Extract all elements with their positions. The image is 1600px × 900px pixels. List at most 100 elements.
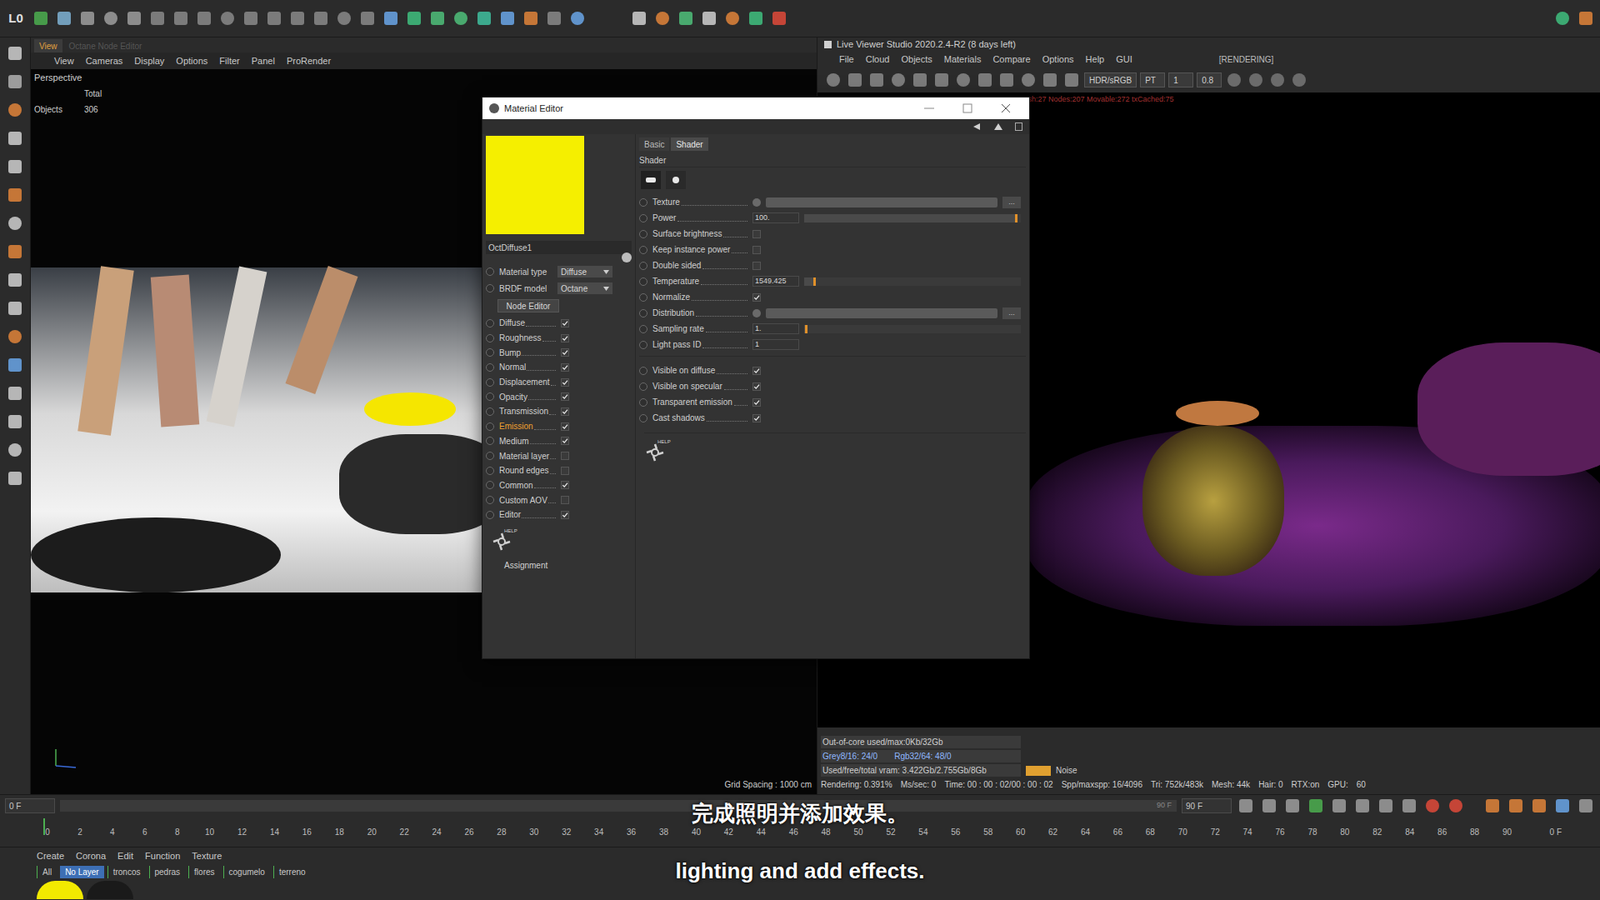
menu-item[interactable]: Function: [145, 849, 180, 864]
menu-item[interactable]: Panel: [251, 54, 275, 69]
tool-icon[interactable]: [545, 9, 564, 28]
channel-row[interactable]: Medium: [485, 434, 632, 450]
channel-row[interactable]: Common: [485, 478, 632, 494]
tool-icon[interactable]: [311, 9, 330, 28]
menu-item[interactable]: Help: [1085, 52, 1105, 67]
lock-icon[interactable]: [1015, 122, 1023, 131]
playback-icon[interactable]: [1353, 796, 1372, 815]
animate-dot-icon[interactable]: [639, 309, 648, 318]
animate-dot-icon[interactable]: [485, 422, 495, 431]
param-slider[interactable]: [804, 325, 1021, 334]
tool-icon[interactable]: [148, 9, 167, 28]
liveviewer-tool-icon[interactable]: [723, 9, 742, 28]
animate-dot-icon[interactable]: [639, 198, 648, 207]
mode-icon[interactable]: [5, 100, 25, 120]
animate-dot-icon[interactable]: [485, 363, 495, 372]
render-field[interactable]: HDR/sRGB: [1084, 72, 1137, 88]
animate-dot-icon[interactable]: [639, 366, 648, 375]
mode-icon[interactable]: [5, 469, 25, 488]
range-slider[interactable]: 90 F: [60, 800, 1177, 812]
close-icon[interactable]: [989, 100, 1023, 117]
tool-icon[interactable]: [451, 9, 470, 28]
layer-tab[interactable]: cogumelo: [223, 865, 270, 879]
checkbox[interactable]: [560, 363, 570, 372]
liveviewer-tool-icon[interactable]: [746, 9, 765, 28]
viewport-tab[interactable]: View: [34, 39, 63, 53]
settings-icon[interactable]: [1576, 9, 1595, 28]
menu-item[interactable]: Compare: [992, 52, 1030, 67]
render-tool-icon[interactable]: [910, 70, 930, 90]
preset-button[interactable]: [665, 170, 686, 190]
timeline-ruler[interactable]: 0246810121416182022242628303234363840424…: [0, 816, 1600, 847]
maximize-icon[interactable]: [950, 100, 985, 117]
checkbox[interactable]: [560, 407, 570, 416]
liveviewer-tool-icon[interactable]: [630, 9, 649, 28]
tool-icon[interactable]: [241, 9, 260, 28]
mode-icon[interactable]: [5, 44, 25, 63]
animate-dot-icon[interactable]: [485, 436, 495, 445]
layer-tab[interactable]: pedras: [149, 865, 186, 879]
playback-icon[interactable]: [1283, 796, 1302, 815]
checkbox[interactable]: [560, 392, 570, 401]
back-icon[interactable]: [971, 122, 982, 131]
material-thumbnail[interactable]: [86, 880, 134, 900]
mode-icon[interactable]: [5, 327, 25, 346]
render-tool-icon[interactable]: [1062, 70, 1081, 90]
menu-item[interactable]: ProRender: [286, 54, 331, 69]
texture-field[interactable]: [765, 308, 998, 319]
mode-icon[interactable]: [5, 185, 25, 205]
tool-icon[interactable]: [55, 9, 74, 28]
mode-icon[interactable]: [5, 72, 25, 91]
render-tool-icon[interactable]: [889, 70, 908, 90]
channel-row[interactable]: Diffuse: [485, 315, 632, 331]
animate-dot-icon[interactable]: [639, 245, 648, 255]
animate-dot-icon[interactable]: [639, 214, 648, 223]
texture-button[interactable]: [752, 309, 761, 318]
checkbox[interactable]: [560, 480, 570, 490]
editor-tab[interactable]: Shader: [670, 137, 708, 151]
checkbox[interactable]: [560, 319, 570, 328]
animate-dot-icon[interactable]: [485, 392, 495, 401]
channel-row[interactable]: Material layer: [485, 448, 632, 464]
value-field[interactable]: 100.: [752, 212, 800, 224]
channel-row[interactable]: Normal: [485, 360, 632, 375]
render-option-icon[interactable]: [1268, 70, 1287, 90]
key-icon[interactable]: [1506, 796, 1525, 815]
key-icon[interactable]: [1530, 796, 1549, 815]
animate-dot-icon[interactable]: [485, 378, 495, 387]
animate-dot-icon[interactable]: [485, 451, 495, 460]
animate-dot-icon[interactable]: [639, 398, 648, 407]
preview-options-icon[interactable]: [621, 252, 632, 263]
tool-icon[interactable]: [218, 9, 237, 28]
menu-item[interactable]: Cameras: [85, 54, 124, 69]
checkbox[interactable]: [560, 466, 570, 475]
param-slider[interactable]: [804, 214, 1021, 223]
render-field[interactable]: PT: [1140, 72, 1165, 88]
checkbox[interactable]: [560, 451, 570, 460]
playback-icon[interactable]: [1306, 796, 1325, 815]
layer-tab[interactable]: No Layer: [60, 865, 105, 879]
menu-item[interactable]: Cloud: [865, 52, 890, 67]
param-slider[interactable]: [804, 277, 1021, 286]
liveviewer-tool-icon[interactable]: [653, 9, 672, 28]
renderer-icon[interactable]: [1553, 9, 1572, 28]
menu-item[interactable]: Display: [134, 54, 165, 69]
animate-dot-icon[interactable]: [639, 293, 648, 302]
key-icon[interactable]: [1553, 796, 1572, 815]
mode-icon[interactable]: [5, 214, 25, 233]
checkbox[interactable]: [752, 382, 761, 391]
editor-tab[interactable]: Basic: [639, 137, 670, 151]
render-tool-icon[interactable]: [932, 70, 951, 90]
tool-icon[interactable]: [78, 9, 97, 28]
value-field[interactable]: 1.: [752, 323, 800, 335]
texture-field[interactable]: [765, 197, 998, 208]
animate-dot-icon[interactable]: [485, 334, 495, 343]
render-tool-icon[interactable]: [824, 70, 843, 90]
menu-item[interactable]: Texture: [191, 849, 222, 864]
liveviewer-tool-icon[interactable]: [676, 9, 695, 28]
assignment-label[interactable]: Assignment: [504, 559, 632, 572]
playback-icon[interactable]: [1260, 796, 1279, 815]
playback-icon[interactable]: [1236, 796, 1255, 815]
animate-dot-icon[interactable]: [485, 348, 495, 357]
mode-icon[interactable]: [5, 270, 25, 290]
